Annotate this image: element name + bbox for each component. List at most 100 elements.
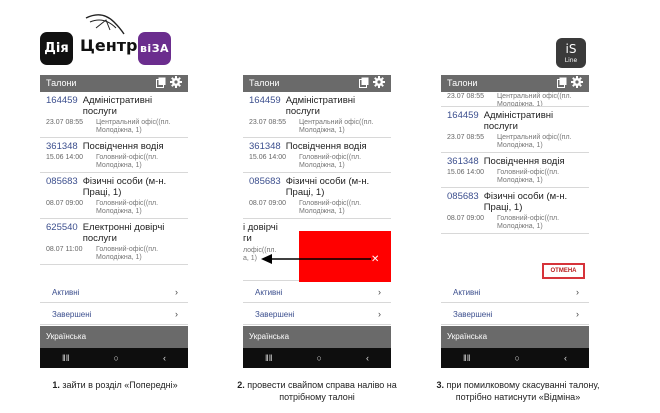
swiped-service: і довірчі — [243, 222, 278, 233]
ticket-item[interactable]: 361348 Посвідчення водія 15.06 14:00 Голов… — [40, 138, 188, 173]
viza-logo: віЗА — [138, 32, 171, 65]
system-nav-bar: ‖‖ ○ ‹ — [243, 348, 391, 368]
back-icon[interactable]: ‹ — [366, 353, 369, 363]
caption-number: 3. — [436, 380, 444, 390]
ticket-date: 23.07 08:55 — [447, 93, 484, 100]
ticket-date: 08.07 09:00 — [46, 200, 83, 207]
ticket-office: Головний-офіс((пл. Молодіжна, 1) — [299, 200, 362, 215]
chevron-right-icon: › — [175, 309, 178, 319]
ticket-office: Головний-офіс((пл. Молодіжна, 1) — [96, 246, 159, 261]
recents-icon[interactable]: ‖‖ — [265, 353, 272, 363]
ticket-service: Адміністративні послуги — [483, 110, 554, 132]
caption-number: 2. — [237, 380, 245, 390]
caption-step-3: 3. при помилковому скасуванні талону, по… — [420, 379, 616, 403]
ticket-date: 23.07 08:55 — [46, 119, 83, 126]
active-tickets-row[interactable]: Активні › — [243, 282, 391, 303]
caption-number: 1. — [52, 380, 60, 390]
completed-label: Завершені — [255, 310, 295, 319]
ticket-item-partial[interactable]: 23.07 08:55 Центральний офіс((пл. Молодіж… — [441, 85, 589, 107]
language-bar[interactable]: Українська — [40, 326, 188, 348]
app-bar: Талони — [40, 75, 188, 92]
ticket-number: 164459 — [46, 95, 78, 106]
ticket-service: Посвідчення водія — [285, 141, 367, 152]
app-bar: Талони — [243, 75, 391, 92]
ticket-list: 23.07 08:55 Центральний офіс((пл. Молодіж… — [441, 85, 589, 234]
ticket-number: 085683 — [249, 176, 281, 187]
home-icon[interactable]: ○ — [514, 353, 519, 363]
system-nav-bar: ‖‖ ○ ‹ — [441, 348, 589, 368]
completed-label: Завершені — [453, 310, 493, 319]
caption-text: при помилковому скасуванні талону, потрі… — [444, 380, 600, 402]
ticket-item[interactable]: 164459 Адміністративні послуги 23.07 08:5… — [441, 107, 589, 153]
close-icon[interactable]: ✕ — [371, 254, 379, 265]
chevron-right-icon: › — [378, 287, 381, 297]
ticket-date: 08.07 09:00 — [447, 215, 484, 222]
active-label: Активні — [255, 288, 283, 297]
active-label: Активні — [453, 288, 481, 297]
ticket-number: 361348 — [46, 141, 78, 152]
language-bar[interactable]: Українська — [441, 326, 589, 348]
ticket-number: 164459 — [249, 95, 281, 106]
ticket-item[interactable]: 361348 Посвідчення водія 15.06 14:00 Голов… — [243, 138, 391, 173]
home-icon[interactable]: ○ — [113, 353, 118, 363]
chevron-right-icon: › — [576, 287, 579, 297]
ticket-item[interactable]: 361348 Посвідчення водія 15.06 14:00 Голов… — [441, 153, 589, 188]
back-icon[interactable]: ‹ — [163, 353, 166, 363]
swiped-service-cont: ги — [243, 233, 252, 244]
ticket-service: Посвідчення водія — [483, 156, 565, 167]
completed-tickets-row[interactable]: Завершені › — [243, 304, 391, 325]
gear-icon[interactable] — [373, 76, 385, 88]
ticket-number: 085683 — [447, 191, 479, 202]
caption-step-1: 1. зайти в розділ «Попередні» — [30, 379, 200, 391]
ticket-office: Центральний офіс((пл. Молодіжна, 1) — [96, 119, 171, 134]
ticket-item[interactable]: 085683 Фізичні особи (м-н. Праці, 1) 08.0… — [40, 173, 188, 219]
phone-screen-2: Талони 164459 Адміністративні послуги 23.… — [243, 75, 391, 368]
ticket-service: Посвідчення водія — [82, 141, 164, 152]
ticket-service: Електронні довірчі послуги — [82, 222, 165, 244]
chevron-right-icon: › — [378, 309, 381, 319]
ticket-date: 15.06 14:00 — [46, 154, 83, 161]
ticket-number: 625540 — [46, 222, 78, 233]
ticket-service: Фізичні особи (м-н. Праці, 1) — [285, 176, 370, 198]
ticket-number: 361348 — [447, 156, 479, 167]
app-title: Талони — [249, 78, 280, 88]
ticket-number: 085683 — [46, 176, 78, 187]
ticket-item[interactable]: 085683 Фізичні особи (м-н. Праці, 1) 08.0… — [243, 173, 391, 219]
ticket-item[interactable]: 085683 Фізичні особи (м-н. Праці, 1) 08.0… — [441, 188, 589, 234]
ticket-service: Адміністративні послуги — [82, 95, 153, 117]
ticket-item[interactable]: 625540 Електронні довірчі послуги 08.07 1… — [40, 219, 188, 265]
completed-tickets-row[interactable]: Завершені › — [40, 304, 188, 325]
isline-logo: iS Line — [556, 38, 586, 68]
chevron-right-icon: › — [175, 287, 178, 297]
active-tickets-row[interactable]: Активні › — [441, 282, 589, 303]
ticket-office: Головний-офіс((пл. Молодіжна, 1) — [497, 169, 560, 184]
chevron-right-icon: › — [576, 309, 579, 319]
copy-icon[interactable] — [359, 77, 369, 88]
ticket-office: Головний-офіс((пл. Молодіжна, 1) — [497, 215, 560, 230]
recents-icon[interactable]: ‖‖ — [62, 353, 69, 363]
ticket-date: 23.07 08:55 — [447, 134, 484, 141]
back-icon[interactable]: ‹ — [564, 353, 567, 363]
ticket-office: Головний-офіс((пл. Молодіжна, 1) — [96, 200, 159, 215]
ticket-list: 164459 Адміністративні послуги 23.07 08:5… — [40, 92, 188, 265]
active-tickets-row[interactable]: Активні › — [40, 282, 188, 303]
ticket-office: Центральний офіс((пл. Молодіжна, 1) — [497, 93, 572, 107]
cancel-undo-button[interactable]: ОТМЕНА — [542, 263, 585, 279]
ticket-office: Головний-офіс((пл. Молодіжна, 1) — [299, 154, 362, 169]
centr-swoosh-icon — [85, 14, 125, 35]
phone-screen-1: Талони 164459 Адміністративні послуги 23.… — [40, 75, 188, 368]
caption-text: зайти в розділ «Попередні» — [59, 380, 178, 390]
gear-icon[interactable] — [170, 76, 182, 88]
recents-icon[interactable]: ‖‖ — [463, 353, 470, 363]
language-bar[interactable]: Українська — [243, 326, 391, 348]
centr-logo-text: Центр — [80, 36, 138, 55]
completed-tickets-row[interactable]: Завершені › — [441, 304, 589, 325]
ticket-item[interactable]: 164459 Адміністративні послуги 23.07 08:5… — [243, 92, 391, 138]
home-icon[interactable]: ○ — [316, 353, 321, 363]
completed-label: Завершені — [52, 310, 92, 319]
ticket-item[interactable]: 164459 Адміністративні послуги 23.07 08:5… — [40, 92, 188, 138]
copy-icon[interactable] — [156, 77, 166, 88]
ticket-service: Адміністративні послуги — [285, 95, 356, 117]
ticket-date: 15.06 14:00 — [249, 154, 286, 161]
ticket-office: Центральний офіс((пл. Молодіжна, 1) — [299, 119, 374, 134]
